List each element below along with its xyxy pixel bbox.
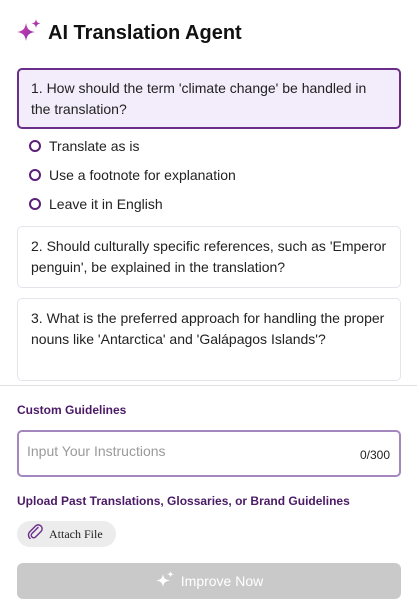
sparkle-icon [16,18,42,49]
improve-now-label: Improve Now [180,573,264,589]
instructions-placeholder: Input Your Instructions [27,443,166,459]
app-title: AI Translation Agent [48,22,242,44]
attach-file-label: Attach File [49,526,103,541]
option-leave-in-english[interactable]: Leave it in English [29,196,163,212]
question-card-3[interactable]: 3. What is the preferred approach for ha… [17,298,401,381]
question-card-1[interactable]: 1. How should the term 'climate change' … [17,68,401,129]
question-text: 3. What is the preferred approach for ha… [31,310,385,347]
character-counter: 0/300 [359,448,390,462]
paperclip-icon [27,523,49,545]
question-card-2[interactable]: 2. Should culturally specific references… [17,226,401,288]
app-header: AI Translation Agent [16,18,242,49]
radio-icon[interactable] [29,169,41,181]
radio-icon[interactable] [29,198,41,210]
option-label: Translate as is [49,138,140,154]
section-divider [0,385,417,386]
option-translate-as-is[interactable]: Translate as is [29,138,140,154]
radio-icon[interactable] [29,140,41,152]
question-text: 1. How should the term 'climate change' … [31,80,367,117]
improve-now-button[interactable]: Improve Now [17,563,401,599]
attach-file-button[interactable]: Attach File [17,521,116,547]
instructions-input[interactable]: Input Your Instructions 0/300 [17,430,401,477]
sparkle-icon [155,570,181,593]
option-label: Use a footnote for explanation [49,167,236,183]
question-text: 2. Should culturally specific references… [31,238,387,275]
upload-label: Upload Past Translations, Glossaries, or… [17,494,350,508]
option-footnote[interactable]: Use a footnote for explanation [29,167,236,183]
custom-guidelines-label: Custom Guidelines [17,403,127,417]
option-label: Leave it in English [49,196,163,212]
